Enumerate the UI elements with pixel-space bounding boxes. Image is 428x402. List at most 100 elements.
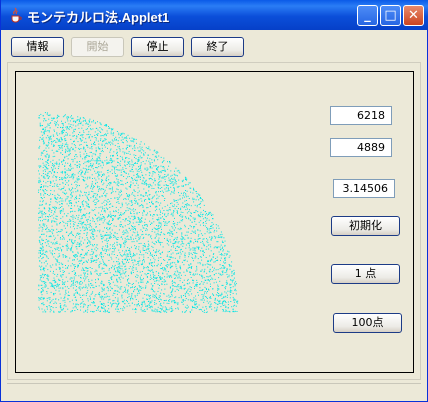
reset-button[interactable]: 初期化	[331, 216, 400, 236]
sample-point	[83, 163, 85, 165]
sample-point	[46, 306, 48, 308]
sample-point	[117, 143, 119, 144]
sample-point	[116, 197, 118, 199]
sample-point	[124, 151, 126, 153]
sample-point	[149, 167, 151, 169]
sample-point	[47, 168, 49, 170]
sample-point	[64, 165, 65, 167]
sample-point	[84, 172, 86, 174]
sample-point	[163, 279, 165, 281]
sample-point	[98, 212, 100, 214]
sample-point	[105, 239, 107, 241]
sample-point	[43, 131, 45, 133]
sample-point	[142, 249, 144, 251]
sample-point	[112, 166, 114, 168]
sample-point	[57, 145, 59, 147]
sample-point	[103, 307, 105, 309]
sample-point	[99, 254, 101, 256]
sample-point	[95, 246, 97, 248]
close-button[interactable]: ✕	[403, 5, 424, 26]
sample-point	[66, 203, 68, 205]
sample-point	[67, 267, 69, 269]
info-button[interactable]: 情報	[11, 37, 64, 57]
sample-point	[62, 220, 64, 222]
sample-point	[94, 271, 96, 273]
sample-point	[135, 180, 137, 181]
sample-point	[70, 163, 71, 165]
exit-button[interactable]: 終了	[191, 37, 244, 57]
sample-point	[161, 228, 162, 230]
sample-point	[65, 292, 67, 294]
sample-point	[207, 242, 209, 244]
sample-point	[131, 201, 133, 203]
sample-point	[84, 304, 86, 306]
sample-point	[70, 232, 71, 234]
sample-point	[105, 124, 107, 125]
sample-point	[228, 274, 230, 276]
sample-point	[112, 155, 114, 157]
sample-point	[157, 260, 159, 262]
sample-point	[200, 250, 201, 252]
sample-point	[180, 228, 182, 230]
sample-point	[147, 266, 149, 267]
sample-point	[197, 258, 199, 260]
sample-point	[49, 138, 51, 140]
sample-point	[193, 242, 195, 244]
sample-point	[44, 267, 46, 269]
sample-point	[176, 270, 178, 272]
sample-point	[123, 153, 125, 155]
maximize-button[interactable]: □	[380, 5, 401, 26]
sample-point	[143, 268, 145, 270]
one-point-button[interactable]: 1 点	[331, 264, 400, 284]
sample-point	[150, 269, 152, 271]
sample-point	[227, 276, 228, 278]
sample-point	[204, 286, 206, 288]
sample-point	[206, 276, 208, 278]
sample-point	[71, 245, 73, 247]
sample-point	[41, 287, 42, 289]
sample-point	[72, 284, 74, 286]
sample-point	[174, 225, 175, 227]
title-bar[interactable]: モンテカルロ法.Applet1 _ □ ✕	[1, 0, 428, 30]
sample-point	[135, 163, 137, 164]
sample-point	[105, 207, 107, 209]
sample-point	[132, 272, 134, 273]
sample-point	[155, 201, 157, 203]
sample-point	[132, 204, 133, 206]
sample-point	[98, 306, 100, 307]
start-button[interactable]: 開始	[71, 37, 124, 57]
sample-point	[175, 183, 177, 185]
sample-point	[111, 258, 113, 260]
minimize-button[interactable]: _	[357, 5, 378, 26]
sample-point	[195, 223, 197, 225]
sample-point	[94, 248, 96, 250]
sample-point	[108, 249, 110, 251]
sample-point	[99, 163, 101, 165]
sample-point	[108, 215, 110, 217]
sample-point	[82, 294, 83, 296]
sample-point	[104, 138, 106, 140]
sample-point	[143, 256, 145, 258]
stop-button[interactable]: 停止	[131, 37, 184, 57]
sample-point	[200, 299, 202, 301]
sample-point	[141, 305, 143, 307]
sample-point	[128, 239, 130, 240]
sample-point	[149, 302, 151, 304]
sample-point	[108, 179, 110, 181]
sample-point	[88, 245, 90, 247]
sample-point	[43, 283, 45, 285]
sample-point	[174, 187, 175, 189]
sample-point	[131, 287, 133, 288]
sample-point	[100, 253, 102, 254]
sample-point	[46, 190, 48, 192]
sample-point	[215, 294, 217, 296]
hundred-points-button[interactable]: 100点	[333, 313, 402, 333]
sample-point	[60, 207, 61, 208]
sample-point	[204, 225, 206, 227]
sample-point	[112, 300, 114, 302]
sample-point	[68, 168, 70, 170]
sample-point	[174, 189, 175, 191]
sample-point	[168, 177, 170, 179]
sample-point	[95, 223, 97, 225]
sample-point	[70, 146, 72, 148]
